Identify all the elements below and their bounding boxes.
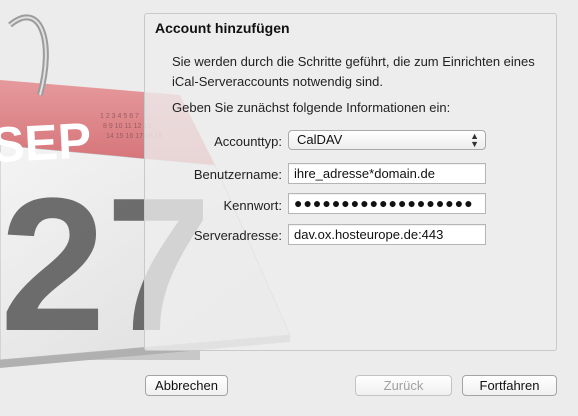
username-field[interactable]: ihre_adresse*domain.de	[288, 163, 486, 184]
password-field[interactable]: ●●●●●●●●●●●●●●●●●●●	[288, 193, 486, 214]
account-type-label: Accounttyp:	[214, 134, 282, 149]
chevron-updown-icon: ▲ ▼	[470, 131, 479, 149]
dialog-title: Account hinzufügen	[155, 20, 290, 36]
account-type-value: CalDAV	[297, 132, 343, 147]
account-type-select[interactable]: CalDAV ▲ ▼	[288, 130, 486, 150]
continue-button[interactable]: Fortfahren	[462, 375, 557, 396]
intro-text: Sie werden durch die Schritte geführt, d…	[172, 54, 535, 89]
password-label: Kennwort:	[223, 198, 282, 213]
svg-text:1 2 3 4 5 6 7: 1 2 3 4 5 6 7	[100, 113, 139, 120]
cancel-button[interactable]: Abbrechen	[145, 375, 228, 396]
back-button[interactable]: Zurück	[355, 375, 452, 396]
prompt-text: Geben Sie zunächst folgende Informatione…	[172, 100, 451, 115]
server-label: Serveradresse:	[193, 228, 282, 243]
username-label: Benutzername:	[193, 167, 282, 182]
server-address-field[interactable]: dav.ox.hosteurope.de:443	[288, 224, 486, 245]
